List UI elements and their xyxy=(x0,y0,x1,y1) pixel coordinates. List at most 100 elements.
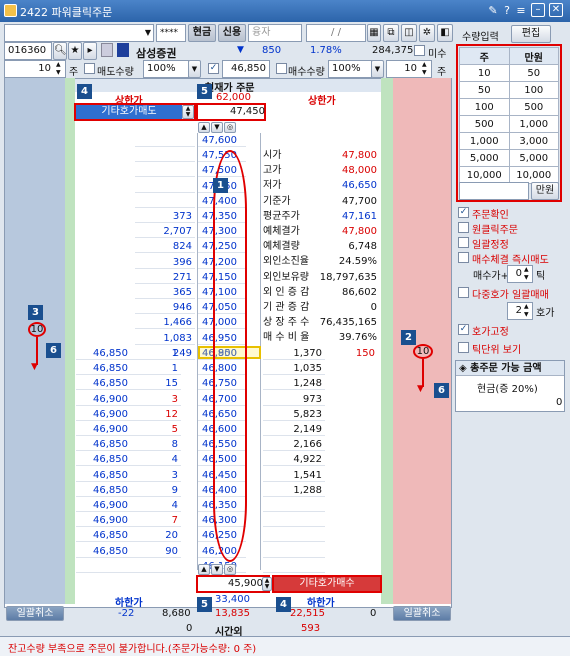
buy-qty-checkbox[interactable] xyxy=(276,63,287,74)
pin-icon[interactable]: ✎ xyxy=(486,3,500,18)
cur-left-price: 46,900 xyxy=(76,499,131,512)
tab-credit[interactable]: 신용 xyxy=(218,24,246,42)
annotation-oval xyxy=(213,150,247,562)
tick-spinner-icon[interactable]: ▲ ▼ xyxy=(524,266,529,282)
loan-type-select[interactable]: 융자 xyxy=(248,24,302,42)
qty-preset-cell[interactable]: 100 xyxy=(459,98,510,116)
qty-preset-cell[interactable]: 1,000 xyxy=(459,132,510,150)
center-icon[interactable]: ◎ xyxy=(224,122,236,133)
qty-preset-cell[interactable]: 50 xyxy=(508,64,559,82)
qty-preset-cell[interactable]: 100 xyxy=(508,81,559,99)
cancel-all-sell-button[interactable]: 일괄취소 xyxy=(6,606,64,621)
option-checkbox[interactable]: ✓ xyxy=(458,207,469,218)
cur-qty: 8 xyxy=(131,438,181,452)
info-value: 47,800 xyxy=(342,150,377,161)
qty-input-label: 수량입력 xyxy=(462,32,499,43)
stock-code-input[interactable]: 016360 xyxy=(4,42,52,60)
copy-icon[interactable]: ⧉ xyxy=(383,24,399,42)
sell-qty-checkbox[interactable] xyxy=(84,63,95,74)
sell-pct-dropdown-icon[interactable]: ▼ xyxy=(188,60,201,78)
option-checkbox[interactable] xyxy=(458,222,469,233)
stock-search-icon[interactable]: 🔍︎ xyxy=(53,42,67,60)
sell-stop-column[interactable] xyxy=(65,78,75,604)
scroll-up-bottom-icon[interactable]: ▲ xyxy=(198,564,210,575)
price-checkbox[interactable]: ✓ xyxy=(208,63,219,74)
scroll-down-icon[interactable]: ▼ xyxy=(211,122,223,133)
date-input[interactable]: / / xyxy=(306,24,366,42)
multi-hoga-spinner-icon[interactable]: ▲ ▼ xyxy=(524,303,529,319)
buy-row-qty: 1,541 xyxy=(263,469,325,482)
minimize-button[interactable]: – xyxy=(531,3,545,17)
tick-input[interactable]: 0 xyxy=(507,265,533,283)
other-sell-spinner-icon[interactable]: ▲ ▼ xyxy=(182,105,194,119)
multi-hoga-checkbox[interactable] xyxy=(458,287,469,298)
tick-view-checkbox[interactable] xyxy=(458,342,469,353)
misu-checkbox[interactable] xyxy=(414,45,425,56)
sell-qty-spinner-icon[interactable]: ▲ ▼ xyxy=(56,61,61,77)
sell-pct-select[interactable]: 100% xyxy=(143,60,189,78)
cur-left-price: 46,850 xyxy=(76,484,131,497)
close-button[interactable]: ✕ xyxy=(549,3,563,17)
help-icon[interactable]: ? xyxy=(500,3,514,18)
qty-preset-cell[interactable]: 500 xyxy=(459,115,510,133)
menu-icon[interactable]: ≡ xyxy=(514,3,528,18)
man-button[interactable]: 만원 xyxy=(531,182,559,200)
fix-hoga-checkbox[interactable]: ✓ xyxy=(458,324,469,335)
account-password[interactable]: **** xyxy=(156,24,186,42)
info-value: 86,602 xyxy=(342,286,377,298)
qty-preset-cell[interactable]: 10,000 xyxy=(508,166,559,184)
chevron-right-icon[interactable]: ▸ xyxy=(83,42,97,60)
qty-preset-cell[interactable]: 500 xyxy=(508,98,559,116)
calendar-icon[interactable]: ▦ xyxy=(367,24,381,42)
buy-row-qty: 2,149 xyxy=(263,423,325,436)
info-label: 기준가 xyxy=(263,195,291,207)
cash-value: 0 xyxy=(556,397,563,408)
cur-qty: 15 xyxy=(131,377,181,391)
option-checkbox[interactable] xyxy=(458,252,469,263)
order-price-input[interactable]: 46,850 xyxy=(222,60,270,78)
edit-button[interactable]: 편집 xyxy=(511,25,551,43)
sell-row-qty: 373 xyxy=(135,210,195,223)
info-label: 예체결가 xyxy=(263,226,300,237)
qty-preset-cell[interactable]: 10,000 xyxy=(459,166,510,184)
favorite-star-icon[interactable]: ★ xyxy=(68,42,82,60)
info-value: 46,650 xyxy=(342,180,377,192)
center-bottom-icon[interactable]: ◎ xyxy=(224,564,236,575)
scroll-up-icon[interactable]: ▲ xyxy=(198,122,210,133)
cancel-all-buy-button[interactable]: 일괄취소 xyxy=(393,606,451,621)
settings-icon[interactable]: ✲ xyxy=(419,24,435,42)
total-mid: 13,835 xyxy=(215,608,250,619)
other-sell-price[interactable]: 47,450 xyxy=(230,106,265,117)
cur-left-price: 46,850 xyxy=(76,347,131,360)
qty-preset-cell[interactable]: 5,000 xyxy=(459,149,510,167)
account-select[interactable]: ▼ xyxy=(4,24,154,42)
other-buy-button[interactable]: 기타호가매수 xyxy=(274,577,380,591)
buy-pct-dropdown-icon[interactable]: ▼ xyxy=(371,60,384,78)
buy-qty-spinner-icon[interactable]: ▲ ▼ xyxy=(422,61,427,77)
status-message: 잔고수량 부족으로 주문이 불가합니다.(주문가능수량: 0 주) xyxy=(8,644,257,655)
other-sell-button[interactable]: 기타호가매도 xyxy=(76,105,182,119)
buy-pct-select[interactable]: 100% xyxy=(328,60,372,78)
qty-preset-cell[interactable]: 5,000 xyxy=(508,149,559,167)
scroll-down-bottom-icon[interactable]: ▼ xyxy=(211,564,223,575)
window-icon[interactable]: ◫ xyxy=(401,24,417,42)
multi-hoga-input[interactable]: 2 xyxy=(507,302,533,320)
cur-left-price: 46,850 xyxy=(76,438,131,452)
sell-qty-unit: 주 xyxy=(69,67,79,78)
qty-preset-cell[interactable]: 50 xyxy=(459,81,510,99)
option-checkbox[interactable] xyxy=(458,237,469,248)
qty-preset-table: 주 만원 10 50 50 100 100 500 500 1,000 1,000 3,000 5,0… xyxy=(459,47,559,184)
tab-cash[interactable]: 현금 xyxy=(188,24,216,42)
buy-stop-column[interactable] xyxy=(381,78,393,604)
total-left-diff: -22 xyxy=(118,608,135,619)
sell-order-column[interactable] xyxy=(5,78,65,604)
info-value: 39.76% xyxy=(338,332,377,344)
qty-preset-cell[interactable]: 1,000 xyxy=(508,115,559,133)
other-buy-spinner-icon[interactable]: ▲ ▼ xyxy=(262,577,272,591)
amount-input[interactable] xyxy=(459,182,529,200)
qty-preset-cell[interactable]: 10 xyxy=(459,64,510,82)
cur-left-price: 46,850 xyxy=(76,362,131,376)
sound-icon[interactable]: ◧ xyxy=(437,24,453,42)
other-buy-price[interactable]: 45,900 xyxy=(228,578,263,589)
qty-preset-cell[interactable]: 3,000 xyxy=(508,132,559,150)
